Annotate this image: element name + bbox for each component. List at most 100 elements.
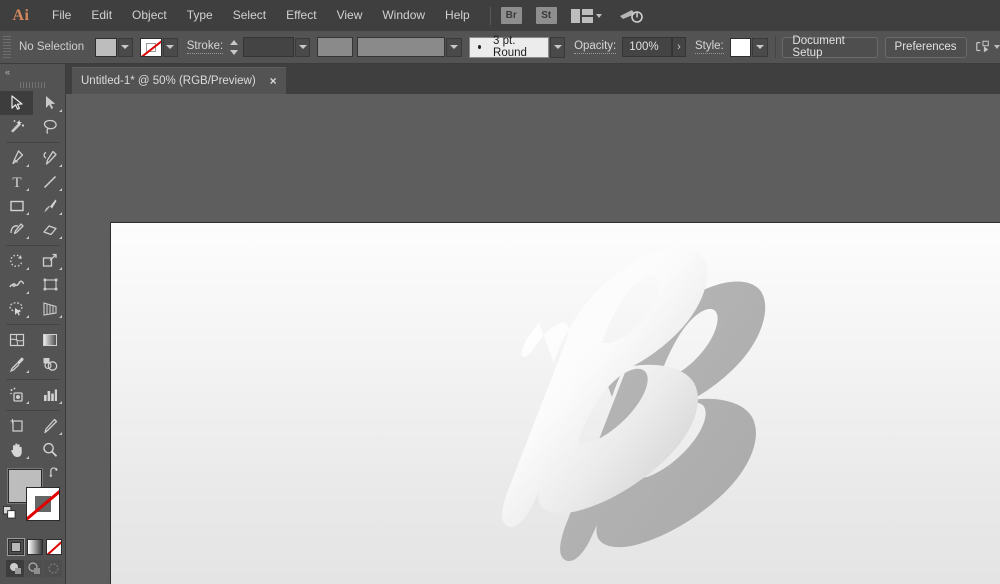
preferences-button[interactable]: Preferences: [884, 36, 967, 58]
menu-divider: [489, 6, 491, 25]
pen-tool[interactable]: [0, 146, 33, 170]
tool-extras-indicator: [59, 432, 62, 435]
magic-wand-tool[interactable]: [0, 115, 33, 139]
draw-normal-button[interactable]: [6, 560, 24, 577]
opacity-input[interactable]: 100%: [622, 37, 672, 57]
free-transform-tool[interactable]: [33, 273, 66, 297]
canvas-area[interactable]: [66, 94, 1000, 584]
opacity-expand-button[interactable]: ›: [671, 37, 687, 57]
direct-selection-tool[interactable]: [33, 91, 66, 115]
menu-effect[interactable]: Effect: [276, 0, 326, 31]
fill-swatch[interactable]: [95, 37, 117, 57]
menu-type[interactable]: Type: [177, 0, 223, 31]
artboard[interactable]: [110, 222, 1000, 584]
eyedropper-tool[interactable]: [0, 352, 33, 376]
stroke-color-swatch[interactable]: [26, 487, 60, 521]
tools-grid: T: [0, 91, 65, 462]
tools-divider: [6, 324, 60, 325]
arrange-chevron-down-icon[interactable]: [595, 13, 602, 18]
width-tool[interactable]: [0, 273, 33, 297]
gradient-mode-button[interactable]: [27, 539, 43, 555]
draw-behind-button[interactable]: [25, 560, 43, 577]
perspective-grid-tool[interactable]: [33, 297, 66, 321]
brush-definition[interactable]: 3 pt. Round: [468, 35, 549, 59]
graphic-style-swatch[interactable]: [729, 37, 752, 57]
menu-view[interactable]: View: [327, 0, 373, 31]
swap-fill-stroke-icon[interactable]: [49, 467, 62, 480]
tool-extras-indicator: [26, 212, 29, 215]
graphic-style-dropdown[interactable]: [752, 37, 768, 57]
document-tab[interactable]: Untitled-1* @ 50% (RGB/Preview) ×: [72, 67, 286, 94]
collapse-panel-button[interactable]: «: [0, 64, 65, 79]
line-segment-tool[interactable]: [33, 170, 66, 194]
control-bar: No Selection Stroke: 3 pt. Round Opacity…: [0, 31, 1000, 64]
artwork-calligraphic-letter-b[interactable]: [461, 223, 801, 583]
none-mode-button[interactable]: [46, 539, 62, 555]
mesh-tool[interactable]: [0, 328, 33, 352]
close-icon[interactable]: ×: [270, 74, 277, 88]
menu-window[interactable]: Window: [372, 0, 435, 31]
default-fill-stroke-icon[interactable]: [3, 506, 16, 519]
menu-select[interactable]: Select: [223, 0, 276, 31]
workspace-switcher-icon[interactable]: [618, 7, 644, 25]
collapse-chevrons-icon: «: [5, 66, 10, 77]
none-indicator-icon: [27, 488, 59, 520]
align-chevron-down-icon[interactable]: [994, 45, 1000, 49]
stroke-weight-stepper[interactable]: [229, 37, 240, 57]
menu-edit[interactable]: Edit: [81, 0, 122, 31]
scale-tool[interactable]: [33, 249, 66, 273]
tools-panel-grip[interactable]: [0, 79, 65, 91]
pencil-tool[interactable]: [0, 218, 33, 242]
blend-tool[interactable]: [33, 352, 66, 376]
tool-extras-indicator: [59, 401, 62, 404]
brush-dropdown[interactable]: [549, 36, 566, 58]
tool-extras-indicator: [59, 267, 62, 270]
selection-tool[interactable]: [0, 91, 33, 115]
width-profile-dropdown[interactable]: [446, 37, 462, 57]
control-bar-grip[interactable]: [3, 36, 11, 58]
color-mode-button[interactable]: [7, 538, 25, 556]
draw-inside-button[interactable]: [44, 560, 62, 577]
arrange-documents-icon[interactable]: [570, 8, 593, 23]
stroke-dropdown[interactable]: [162, 37, 178, 57]
stroke-weight-dropdown[interactable]: [295, 37, 311, 57]
type-tool[interactable]: T: [0, 170, 33, 194]
shape-builder-tool[interactable]: [0, 297, 33, 321]
rotate-tool[interactable]: [0, 249, 33, 273]
tool-extras-indicator: [59, 164, 62, 167]
stroke-weight-input[interactable]: [242, 37, 295, 57]
style-label[interactable]: Style:: [694, 40, 724, 54]
menu-object[interactable]: Object: [122, 0, 177, 31]
slice-tool[interactable]: [33, 414, 66, 438]
align-to-selection-icon[interactable]: [975, 39, 995, 55]
artboard-tool[interactable]: [0, 414, 33, 438]
add-anchor-point-tool[interactable]: [33, 146, 66, 170]
draw-mode-buttons: [0, 555, 65, 577]
tools-panel: « T: [0, 64, 66, 584]
paintbrush-tool[interactable]: [33, 194, 66, 218]
lasso-tool[interactable]: [33, 115, 66, 139]
stroke-weight-label[interactable]: Stroke:: [186, 40, 224, 54]
eraser-tool[interactable]: [33, 218, 66, 242]
variable-width-profile[interactable]: [356, 37, 446, 57]
document-setup-button[interactable]: Document Setup: [782, 35, 879, 59]
opacity-label[interactable]: Opacity:: [574, 40, 617, 54]
tools-divider: [6, 245, 60, 246]
gradient-tool[interactable]: [33, 328, 66, 352]
rectangle-tool[interactable]: [0, 194, 33, 218]
symbol-sprayer-tool[interactable]: [0, 383, 33, 407]
hand-tool[interactable]: [0, 438, 33, 462]
brush-definition-label: 3 pt. Round: [493, 35, 527, 59]
zoom-tool[interactable]: [33, 438, 66, 462]
stock-button[interactable]: St: [535, 7, 557, 24]
column-graph-tool[interactable]: [33, 383, 66, 407]
control-bar-divider: [774, 36, 776, 58]
stroke-swatch[interactable]: [140, 37, 162, 57]
bridge-button[interactable]: Br: [500, 7, 522, 24]
menu-help[interactable]: Help: [435, 0, 480, 31]
tools-divider: [6, 410, 60, 411]
change-screen-mode-button[interactable]: [0, 577, 65, 584]
fill-dropdown[interactable]: [117, 37, 133, 57]
menu-file[interactable]: File: [42, 0, 81, 31]
svg-text:T: T: [12, 175, 21, 191]
